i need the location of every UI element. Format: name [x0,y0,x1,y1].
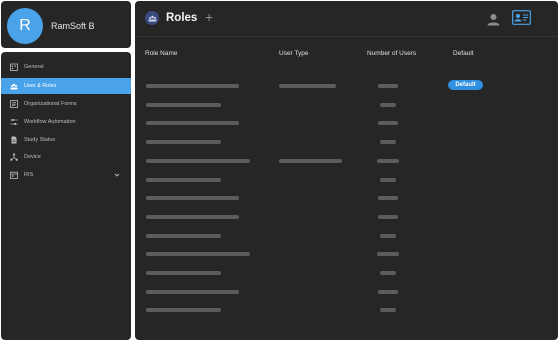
number-of-users-placeholder [377,158,399,163]
role-name-placeholder [146,214,239,219]
sidebar-item-label: Study Status [24,137,56,143]
default-badge: Default [448,80,483,90]
column-header-user-type[interactable]: User Type [279,50,309,57]
sidebar-item-study-status[interactable]: Study Status [1,132,131,148]
header-divider [135,36,558,37]
sliders-icon [10,118,18,126]
sidebar-item-label: User & Roles [24,83,57,89]
number-of-users-placeholder [380,177,396,182]
table-row[interactable] [135,132,558,150]
table-row[interactable] [135,113,558,131]
number-of-users-placeholder [380,140,396,145]
number-of-users-placeholder [378,84,398,88]
sidebar: General User & Roles Organizational Form… [1,52,131,340]
table-row[interactable]: Default [135,76,558,94]
number-of-users-placeholder [380,102,396,107]
sidebar-item-label: RIS [24,172,34,178]
organization-name: RamSoft B [51,21,95,31]
user-type-placeholder [279,84,336,88]
number-of-users-placeholder [380,233,396,238]
document-icon [10,136,18,144]
table-row[interactable] [135,151,558,169]
role-name-placeholder [146,140,221,145]
number-of-users-placeholder [378,121,398,126]
table-row[interactable] [135,300,558,318]
chevron-down-icon[interactable] [113,171,121,179]
organization-card: R RamSoft B [1,1,131,48]
role-name-placeholder [146,177,221,182]
calendar-icon [10,171,18,179]
table-row[interactable] [135,226,558,244]
number-of-users-placeholder [380,271,396,275]
contact-card-icon[interactable] [512,10,531,25]
sidebar-item-label: Workflow Automation [24,119,76,125]
role-name-placeholder [146,196,239,201]
table-row[interactable] [135,263,558,281]
role-name-placeholder [146,289,239,294]
number-of-users-placeholder [377,252,399,257]
table-row[interactable] [135,207,558,225]
roles-icon [10,82,18,90]
table-row[interactable] [135,188,558,206]
table-row[interactable] [135,282,558,300]
sidebar-item-label: Organizational Forms [24,101,77,107]
user-type-placeholder [279,158,342,163]
device-hub-icon [10,153,18,161]
role-name-placeholder [146,233,221,238]
sidebar-item-user-roles[interactable]: User & Roles [1,78,131,94]
table-row[interactable] [135,244,558,262]
form-icon [10,100,18,108]
number-of-users-placeholder [378,214,398,219]
user-icon[interactable] [487,13,500,26]
building-icon [10,63,18,71]
sidebar-item-general[interactable]: General [1,59,131,75]
role-name-placeholder [146,102,221,107]
column-header-number-of-users[interactable]: Number of Users [367,50,416,57]
sidebar-item-workflow-automation[interactable]: Workflow Automation [1,114,131,130]
sidebar-item-label: Device [24,154,41,160]
sidebar-item-device[interactable]: Device [1,149,131,165]
table-row[interactable] [135,170,558,188]
avatar[interactable]: R [7,8,43,44]
sidebar-item-label: General [24,64,44,70]
column-header-role-name[interactable]: Role Name [145,50,178,57]
add-role-button[interactable]: + [205,10,213,24]
sidebar-item-ris[interactable]: RIS [1,167,131,183]
role-name-placeholder [146,308,221,313]
role-name-placeholder [146,121,239,126]
role-name-placeholder [146,271,221,275]
page-title: Roles [166,12,198,24]
sidebar-item-organizational-forms[interactable]: Organizational Forms [1,96,131,112]
roles-icon [145,11,159,25]
table-row[interactable] [135,95,558,113]
number-of-users-placeholder [380,308,396,313]
role-name-placeholder [146,84,239,88]
number-of-users-placeholder [378,289,398,294]
column-header-default[interactable]: Default [453,50,474,57]
number-of-users-placeholder [378,196,398,201]
role-name-placeholder [146,158,250,163]
roles-panel: Roles + Role Name User Type Number of Us… [135,1,558,340]
role-name-placeholder [146,252,250,257]
